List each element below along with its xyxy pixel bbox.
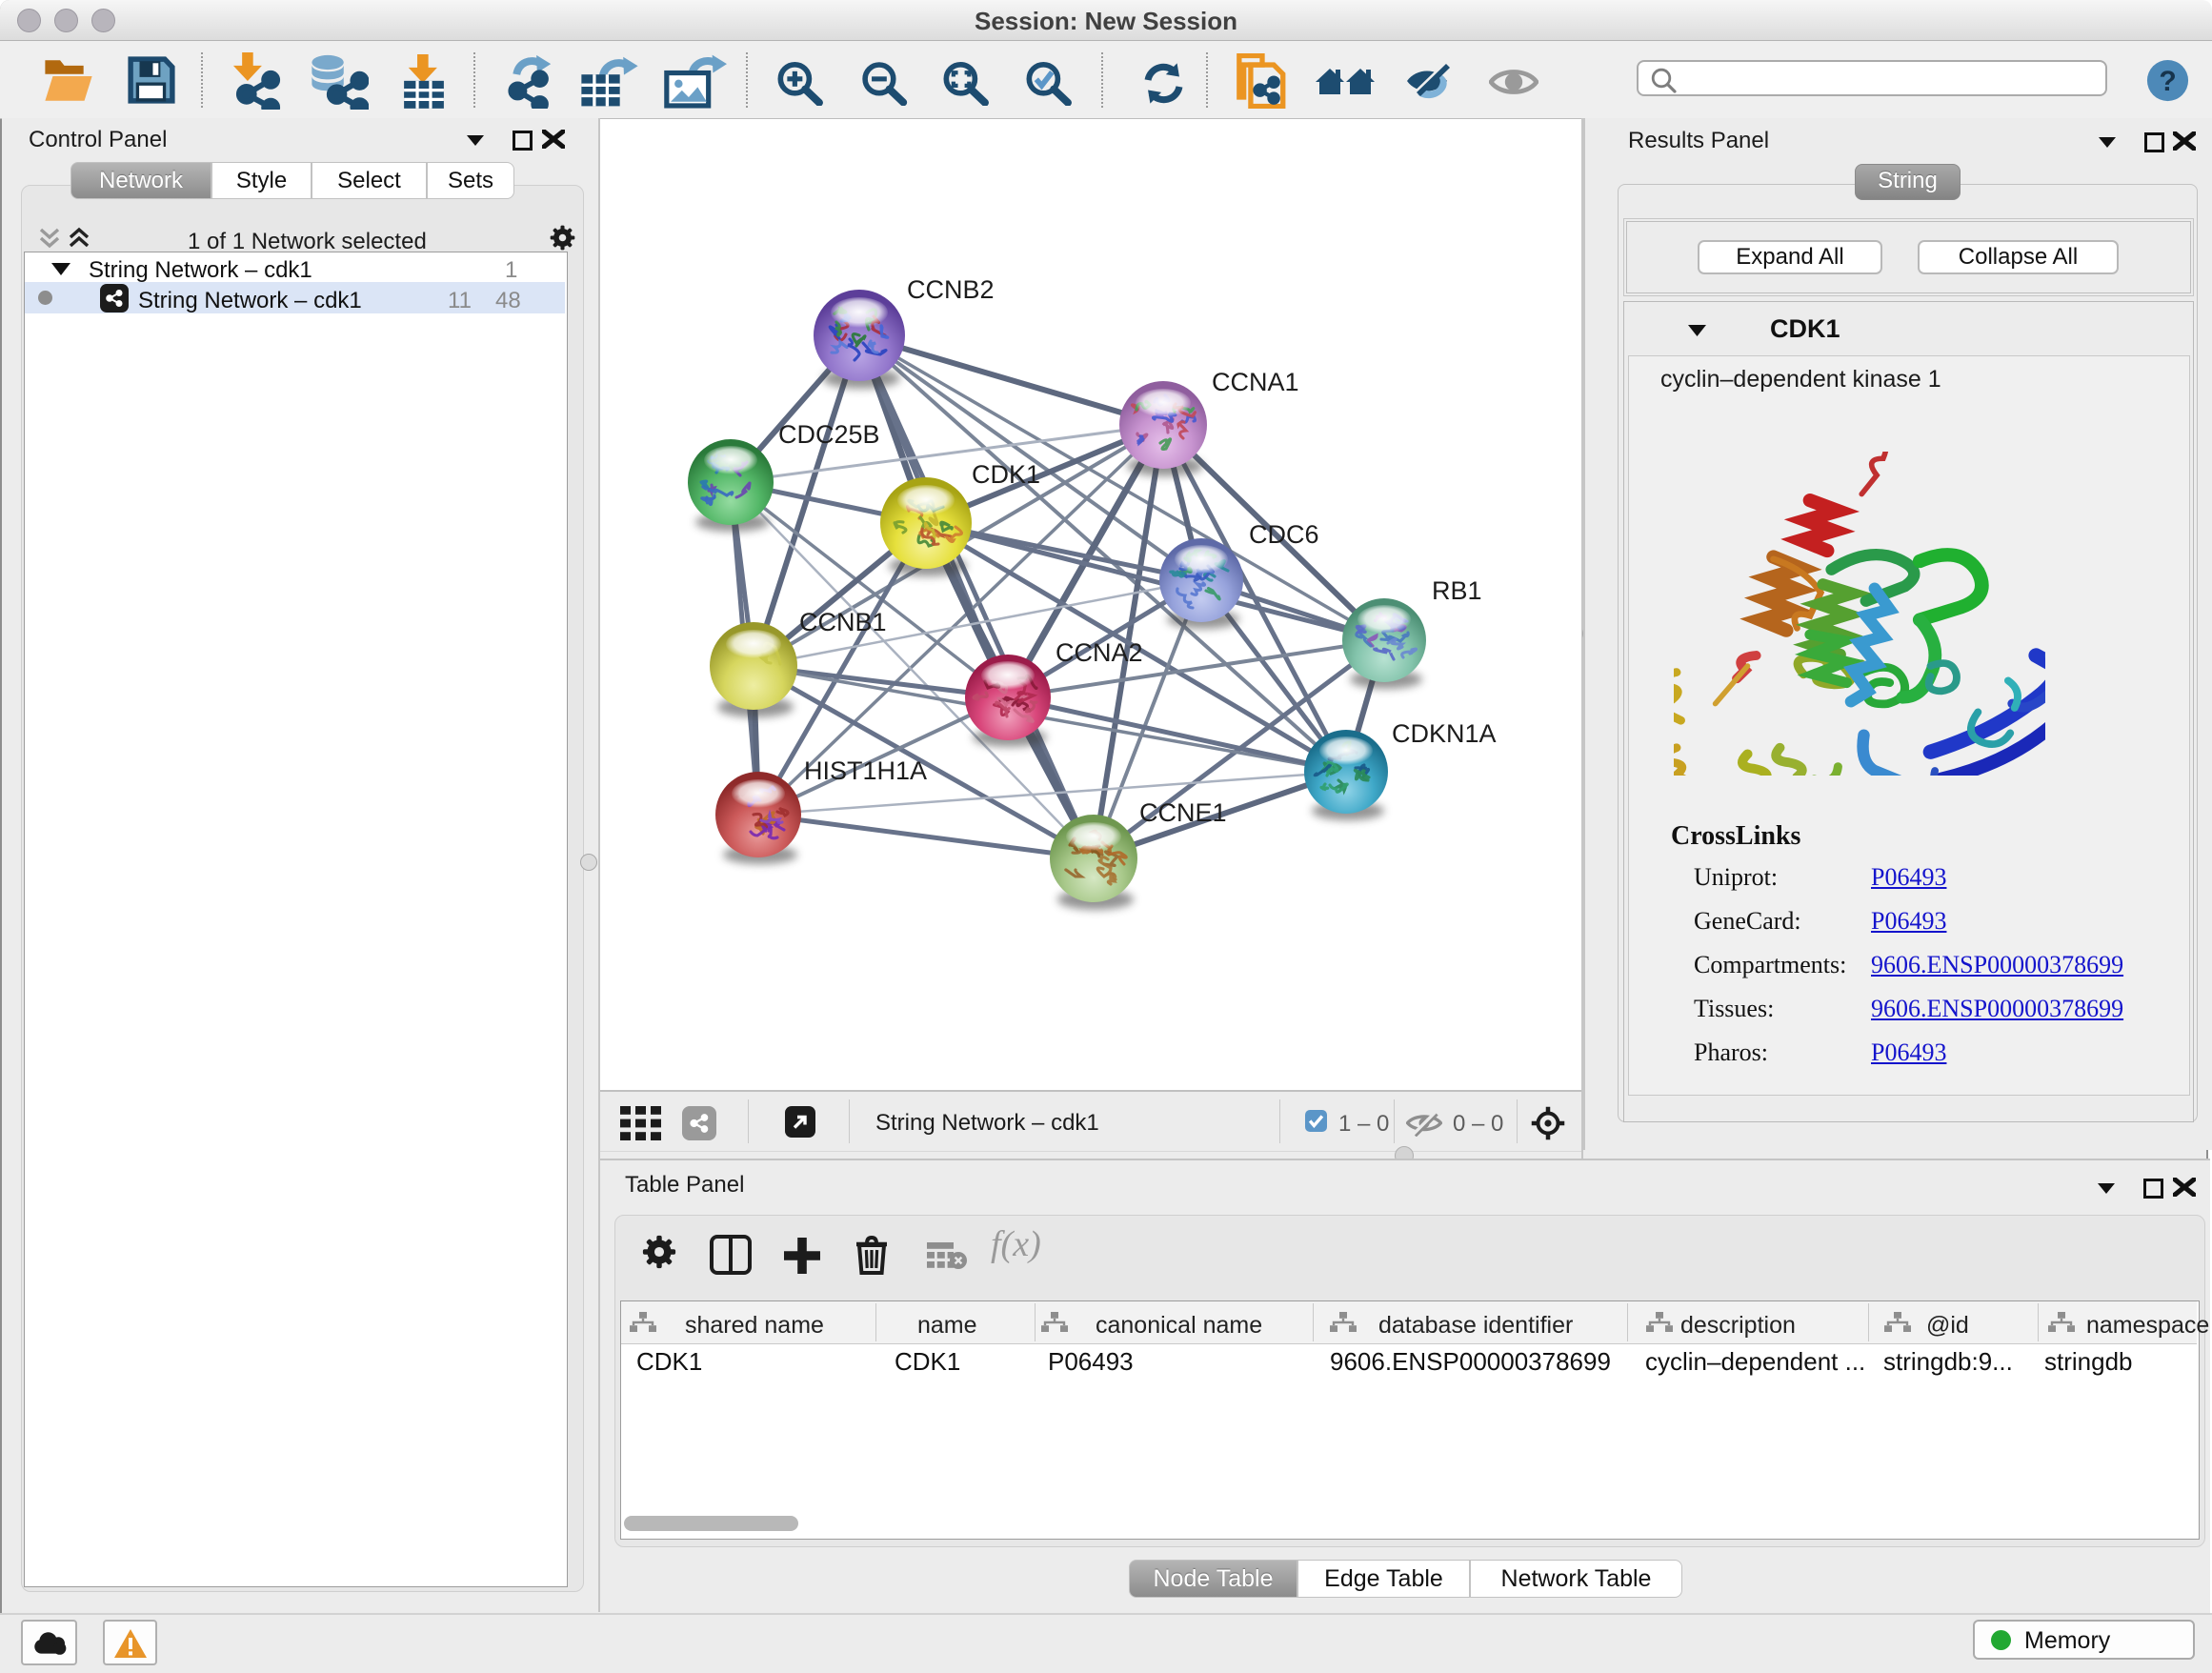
svg-text:HIST1H1A: HIST1H1A: [804, 756, 927, 785]
svg-text:?: ?: [2159, 66, 2176, 97]
svg-text:CDC6: CDC6: [1249, 520, 1319, 549]
svg-text:CCNE1: CCNE1: [1139, 798, 1227, 827]
svg-text:CDK1: CDK1: [972, 460, 1040, 489]
svg-text:CDKN1A: CDKN1A: [1392, 719, 1497, 748]
svg-text:CDC25B: CDC25B: [778, 420, 880, 449]
svg-text:CCNA1: CCNA1: [1212, 368, 1299, 396]
svg-text:CCNB2: CCNB2: [907, 275, 995, 304]
svg-text:CCNA2: CCNA2: [1056, 638, 1143, 667]
svg-text:CCNB1: CCNB1: [799, 608, 887, 636]
svg-text:RB1: RB1: [1432, 576, 1482, 605]
